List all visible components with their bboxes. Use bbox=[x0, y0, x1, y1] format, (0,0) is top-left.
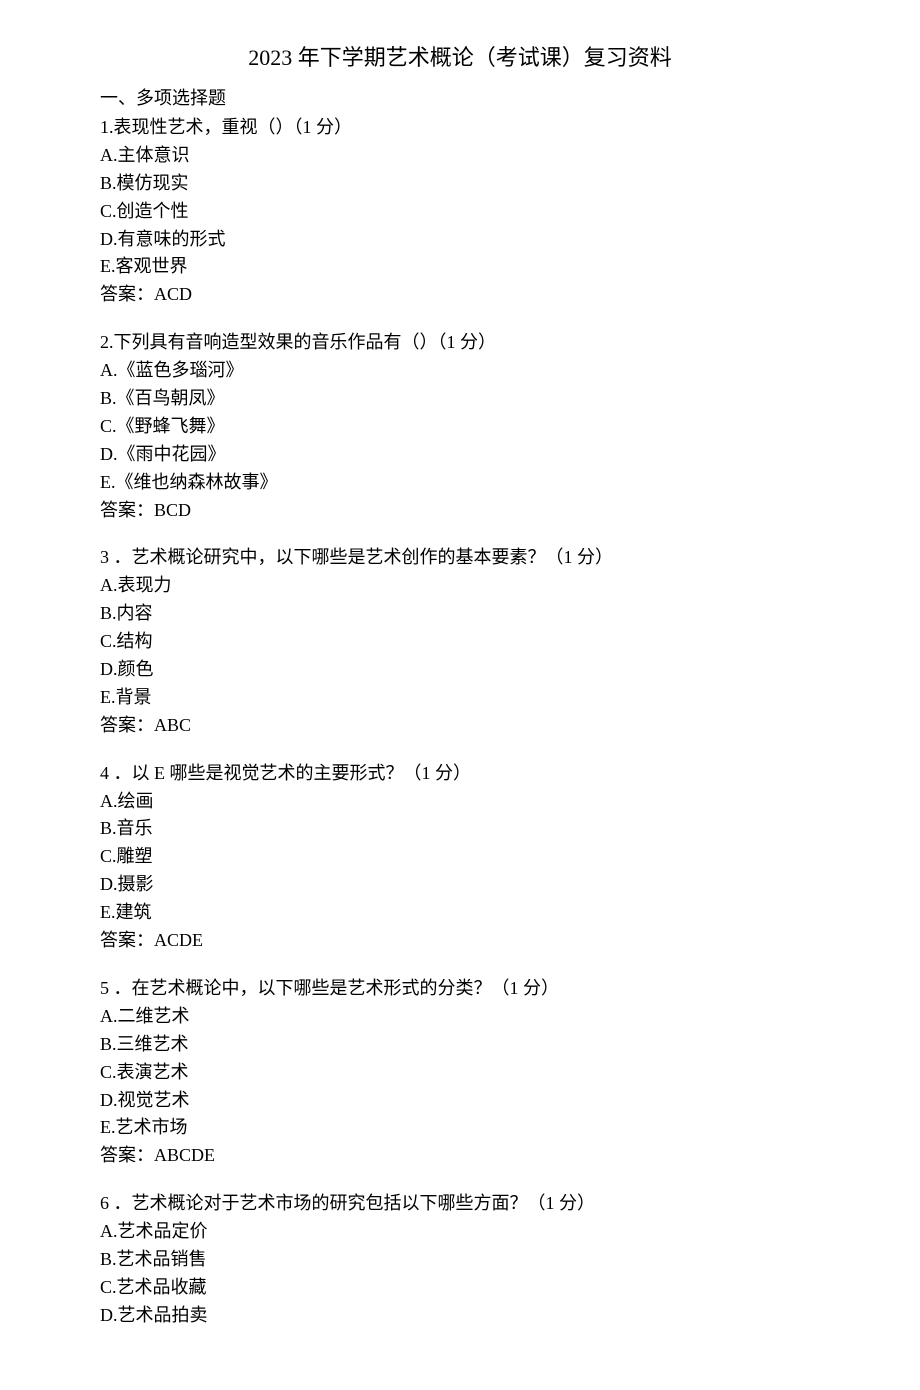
option: A.表现力 bbox=[100, 572, 820, 600]
option: B.模仿现实 bbox=[100, 170, 820, 198]
question-number: 5 ． bbox=[100, 978, 132, 998]
option: D.《雨中花园》 bbox=[100, 441, 820, 469]
option: D.艺术品拍卖 bbox=[100, 1302, 820, 1330]
question-text: 6 ．艺术概论对于艺术市场的研究包括以下哪些方面？（1 分） bbox=[100, 1190, 820, 1218]
option: D.视觉艺术 bbox=[100, 1087, 820, 1115]
question-text: 5 ．在艺术概论中，以下哪些是艺术形式的分类？（1 分） bbox=[100, 975, 820, 1003]
question-text: 1.表现性艺术，重视（）（1 分） bbox=[100, 114, 820, 142]
option: C.表演艺术 bbox=[100, 1059, 820, 1087]
question-text: 2.下列具有音响造型效果的音乐作品有（）（1 分） bbox=[100, 329, 820, 357]
questions-container: 1.表现性艺术，重视（）（1 分）A.主体意识B.模仿现实C.创造个性D.有意味… bbox=[100, 114, 820, 1330]
option: C.《野蜂飞舞》 bbox=[100, 413, 820, 441]
option: D.摄影 bbox=[100, 871, 820, 899]
question-stem: 以 E 哪些是视觉艺术的主要形式？（1 分） bbox=[132, 763, 472, 783]
question-number: 1. bbox=[100, 117, 114, 137]
option: A.主体意识 bbox=[100, 142, 820, 170]
document-title: 2023 年下学期艺术概论（考试课）复习资料 bbox=[100, 40, 820, 72]
option: C.艺术品收藏 bbox=[100, 1274, 820, 1302]
question-block: 5 ．在艺术概论中，以下哪些是艺术形式的分类？（1 分）A.二维艺术B.三维艺术… bbox=[100, 975, 820, 1170]
question-block: 4 ．以 E 哪些是视觉艺术的主要形式？（1 分）A.绘画B.音乐C.雕塑D.摄… bbox=[100, 760, 820, 955]
option: D.有意味的形式 bbox=[100, 226, 820, 254]
question-number: 6 ． bbox=[100, 1193, 132, 1213]
question-number: 4 ． bbox=[100, 763, 132, 783]
question-stem: 艺术概论对于艺术市场的研究包括以下哪些方面？（1 分） bbox=[132, 1193, 596, 1213]
option: C.创造个性 bbox=[100, 198, 820, 226]
option: E.背景 bbox=[100, 684, 820, 712]
option: E.《维也纳森林故事》 bbox=[100, 469, 820, 497]
question-text: 3 ．艺术概论研究中，以下哪些是艺术创作的基本要素？（1 分） bbox=[100, 544, 820, 572]
question-block: 2.下列具有音响造型效果的音乐作品有（）（1 分）A.《蓝色多瑙河》B.《百鸟朝… bbox=[100, 329, 820, 524]
answer: 答案：ACDE bbox=[100, 927, 820, 955]
option: D.颜色 bbox=[100, 656, 820, 684]
question-text: 4 ．以 E 哪些是视觉艺术的主要形式？（1 分） bbox=[100, 760, 820, 788]
question-stem: 表现性艺术，重视（）（1 分） bbox=[114, 117, 353, 137]
question-stem: 艺术概论研究中，以下哪些是艺术创作的基本要素？（1 分） bbox=[132, 547, 614, 567]
option: B.三维艺术 bbox=[100, 1031, 820, 1059]
option: A.艺术品定价 bbox=[100, 1218, 820, 1246]
question-block: 6 ．艺术概论对于艺术市场的研究包括以下哪些方面？（1 分）A.艺术品定价B.艺… bbox=[100, 1190, 820, 1329]
option: E.建筑 bbox=[100, 899, 820, 927]
option: E.客观世界 bbox=[100, 253, 820, 281]
section-header: 一、多项选择题 bbox=[100, 84, 820, 110]
option: C.结构 bbox=[100, 628, 820, 656]
option: E.艺术市场 bbox=[100, 1114, 820, 1142]
option: B.内容 bbox=[100, 600, 820, 628]
option: C.雕塑 bbox=[100, 843, 820, 871]
question-number: 3 ． bbox=[100, 547, 132, 567]
answer: 答案：ACD bbox=[100, 281, 820, 309]
question-block: 1.表现性艺术，重视（）（1 分）A.主体意识B.模仿现实C.创造个性D.有意味… bbox=[100, 114, 820, 309]
question-stem: 在艺术概论中，以下哪些是艺术形式的分类？（1 分） bbox=[132, 978, 560, 998]
answer: 答案：ABC bbox=[100, 712, 820, 740]
question-stem: 下列具有音响造型效果的音乐作品有（）（1 分） bbox=[114, 332, 497, 352]
option: A.绘画 bbox=[100, 788, 820, 816]
option: B.《百鸟朝凤》 bbox=[100, 385, 820, 413]
answer: 答案：ABCDE bbox=[100, 1142, 820, 1170]
question-block: 3 ．艺术概论研究中，以下哪些是艺术创作的基本要素？（1 分）A.表现力B.内容… bbox=[100, 544, 820, 739]
option: A.二维艺术 bbox=[100, 1003, 820, 1031]
option: A.《蓝色多瑙河》 bbox=[100, 357, 820, 385]
answer: 答案：BCD bbox=[100, 497, 820, 525]
question-number: 2. bbox=[100, 332, 114, 352]
option: B.音乐 bbox=[100, 815, 820, 843]
option: B.艺术品销售 bbox=[100, 1246, 820, 1274]
